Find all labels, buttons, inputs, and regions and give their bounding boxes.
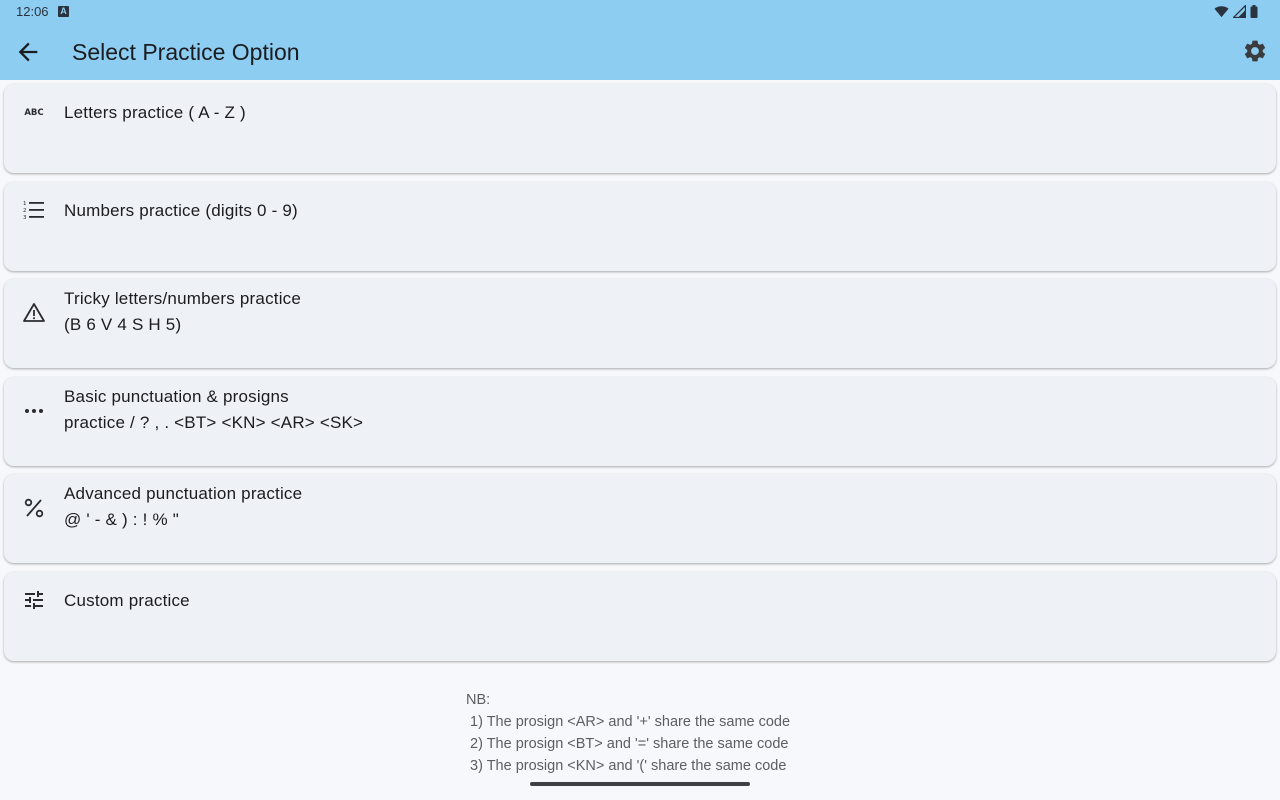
option-label: Custom practice: [64, 588, 190, 614]
notes-section: NB: 1) The prosign <AR> and '+' share th…: [466, 689, 790, 777]
percent-icon: [22, 496, 46, 520]
option-title: Advanced punctuation practice: [64, 484, 303, 503]
note-line: 1) The prosign <AR> and '+' share the sa…: [466, 714, 791, 730]
option-label: Tricky letters/numbers practice (B 6 V 4…: [64, 286, 301, 338]
svg-text:ABC: ABC: [24, 108, 43, 118]
option-numbers-practice[interactable]: 1 2 3 Numbers practice (digits 0 - 9): [4, 181, 1276, 271]
option-subtitle: @ ' - & ) : ! % ": [64, 510, 179, 529]
option-subtitle: practice / ? , . <BT> <KN> <AR> <SK>: [64, 412, 364, 432]
wifi-icon: [1214, 6, 1229, 18]
status-time: 12:06: [16, 4, 49, 19]
abc-icon: ABC: [22, 100, 46, 124]
numbered-list-icon: 1 2 3: [22, 198, 46, 222]
status-icons: [1214, 5, 1258, 18]
svg-text:3: 3: [23, 215, 27, 221]
option-title: Numbers practice (digits 0 - 9): [64, 200, 298, 220]
gesture-nav-bar[interactable]: [530, 782, 750, 786]
warning-icon: [22, 301, 46, 325]
option-title: Tricky letters/numbers practice: [64, 289, 302, 308]
option-label: Letters practice ( A - Z ): [64, 100, 246, 126]
option-custom-practice[interactable]: Custom practice: [4, 571, 1276, 661]
status-bar: 12:06 A: [0, 0, 1280, 24]
app-bar: Select Practice Option: [0, 24, 1280, 80]
option-title: Basic punctuation & prosigns: [64, 386, 289, 406]
option-basic-punctuation[interactable]: Basic punctuation & prosigns practice / …: [4, 376, 1276, 466]
option-letters-practice[interactable]: ABC Letters practice ( A - Z ): [4, 84, 1276, 173]
option-label: Advanced punctuation practice @ ' - & ) …: [64, 481, 302, 533]
option-label: Basic punctuation & prosigns practice / …: [64, 384, 363, 436]
arrow-back-icon: [18, 42, 38, 62]
note-line: 2) The prosign <BT> and '=' share the sa…: [466, 736, 789, 752]
option-title: Letters practice ( A - Z ): [64, 103, 246, 122]
back-button[interactable]: [14, 38, 42, 66]
gear-icon: [1244, 40, 1266, 62]
signal-icon: [1233, 5, 1246, 18]
svg-text:2: 2: [23, 208, 27, 214]
option-advanced-punctuation[interactable]: Advanced punctuation practice @ ' - & ) …: [4, 474, 1276, 563]
tune-icon: [22, 588, 46, 612]
option-tricky-practice[interactable]: Tricky letters/numbers practice (B 6 V 4…: [4, 279, 1276, 368]
option-subtitle: (B 6 V 4 S H 5): [64, 315, 182, 334]
practice-options-list: ABC Letters practice ( A - Z ) 1 2 3 Num…: [4, 84, 1276, 669]
note-line: 3) The prosign <KN> and '(' share the sa…: [466, 758, 787, 774]
page-title: Select Practice Option: [72, 39, 300, 65]
more-horiz-icon: [22, 399, 46, 423]
battery-icon: [1250, 5, 1258, 18]
settings-button[interactable]: [1242, 38, 1268, 64]
option-label: Numbers practice (digits 0 - 9): [64, 198, 298, 224]
notes-heading: NB:: [466, 692, 491, 708]
option-title: Custom practice: [64, 590, 190, 610]
notification-icon: A: [58, 6, 69, 17]
svg-text:1: 1: [23, 201, 27, 207]
